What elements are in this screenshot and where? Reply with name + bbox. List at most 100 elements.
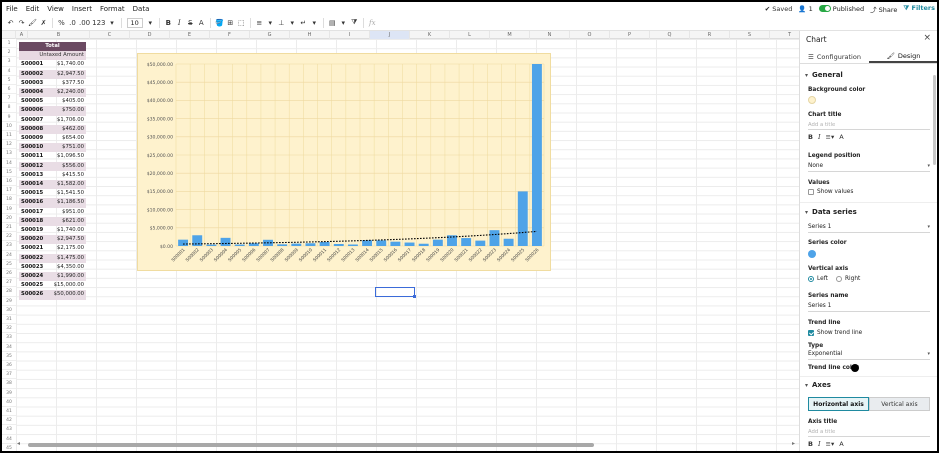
amount-cell[interactable]: $1,706.00 <box>43 116 86 125</box>
vaxis-right-radio[interactable] <box>836 276 842 282</box>
row-header[interactable]: 17 <box>2 186 16 196</box>
order-id-cell[interactable]: S00001 <box>19 60 43 69</box>
column-header-q[interactable]: Q <box>650 31 690 39</box>
selected-cell[interactable] <box>375 287 416 298</box>
amount-cell[interactable]: $951.00 <box>43 208 86 217</box>
wrap-text-icon[interactable]: ↵ <box>298 16 309 30</box>
row-header[interactable]: 6 <box>2 85 16 95</box>
column-header-d[interactable]: D <box>130 31 170 39</box>
undo-icon[interactable]: ↶ <box>5 16 16 30</box>
row-header[interactable]: 21 <box>2 223 16 233</box>
amount-cell[interactable]: $2,947.50 <box>43 235 86 245</box>
clear-format-icon[interactable]: ✗ <box>38 16 49 30</box>
column-header-m[interactable]: M <box>490 31 530 39</box>
row-header[interactable]: 5 <box>2 76 16 85</box>
order-id-cell[interactable]: S00020 <box>19 235 43 245</box>
align-icon[interactable]: ≡▾ <box>826 440 835 448</box>
column-header-i[interactable]: I <box>330 31 370 39</box>
row-header[interactable]: 24 <box>2 251 16 260</box>
row-header[interactable]: 2 <box>2 48 16 58</box>
redo-icon[interactable]: ↷ <box>16 16 27 30</box>
menu-data[interactable]: Data <box>129 5 154 13</box>
font-size-select[interactable]: 10 <box>126 17 143 28</box>
panel-scrollbar[interactable] <box>933 75 936 165</box>
column-header-c[interactable]: C <box>90 31 130 39</box>
scroll-right-icon[interactable]: ▸ <box>792 440 795 447</box>
chevron-down-icon[interactable]: ▾ <box>287 16 298 30</box>
text-color-icon[interactable]: A <box>839 133 843 141</box>
decrease-decimal-button[interactable]: .0 <box>67 16 78 30</box>
row-header[interactable]: 16 <box>2 177 16 187</box>
column-header-l[interactable]: L <box>450 31 490 39</box>
row-header[interactable]: 14 <box>2 159 16 168</box>
borders-icon[interactable]: ⊞ <box>225 16 236 30</box>
row-header[interactable]: 11 <box>2 131 16 141</box>
column-header-e[interactable]: E <box>170 31 210 39</box>
row-header[interactable]: 23 <box>2 241 16 251</box>
amount-cell[interactable]: $750.00 <box>43 106 86 116</box>
row-header[interactable]: 34 <box>2 343 16 352</box>
legend-select[interactable]: None ▾ <box>808 163 930 169</box>
amount-cell[interactable]: $405.00 <box>43 97 86 106</box>
bold-button[interactable]: B <box>163 16 174 30</box>
menu-edit[interactable]: Edit <box>22 5 44 13</box>
strikethrough-button[interactable]: S <box>185 16 196 30</box>
order-id-cell[interactable]: S00005 <box>19 97 43 106</box>
order-id-cell[interactable]: S00006 <box>19 106 43 116</box>
row-header[interactable]: 12 <box>2 140 16 150</box>
row-header[interactable]: 41 <box>2 407 16 417</box>
menu-view[interactable]: View <box>43 5 68 13</box>
row-header[interactable]: 4 <box>2 67 16 76</box>
order-id-cell[interactable]: S00004 <box>19 88 43 98</box>
share-button[interactable]: ⤴ Share <box>870 4 897 14</box>
horizontal-axis-button[interactable]: Horizontal axis <box>808 397 869 411</box>
italic-button[interactable]: I <box>818 440 821 448</box>
chevron-down-icon[interactable]: ▾ <box>145 16 156 30</box>
scrollbar-thumb[interactable] <box>28 443 594 447</box>
column-header-s[interactable]: S <box>730 31 770 39</box>
section-data-series[interactable]: ▾ Data series <box>805 208 857 216</box>
order-id-cell[interactable]: S00009 <box>19 134 43 143</box>
row-header[interactable]: 43 <box>2 425 16 435</box>
scroll-left-icon[interactable]: ◂ <box>17 440 20 447</box>
order-id-cell[interactable]: S00017 <box>19 208 43 217</box>
amount-cell[interactable]: $621.00 <box>43 216 86 226</box>
column-header-j[interactable]: J <box>370 31 410 39</box>
row-header[interactable]: 33 <box>2 333 16 343</box>
conditional-format-icon[interactable]: ▤ <box>327 16 338 30</box>
show-trend-checkbox[interactable] <box>808 330 814 336</box>
align-left-icon[interactable]: ≡ <box>254 16 265 30</box>
column-header-n[interactable]: N <box>530 31 570 39</box>
row-header[interactable]: 19 <box>2 205 16 214</box>
tab-configuration[interactable]: ☰ Configuration <box>800 50 869 63</box>
amount-cell[interactable]: $1,186.50 <box>43 198 86 208</box>
toggle-switch[interactable] <box>818 5 831 12</box>
order-id-cell[interactable]: S00011 <box>19 152 43 161</box>
amount-cell[interactable]: $2,175.00 <box>43 244 86 253</box>
chart-title-input[interactable]: Add a title <box>808 122 835 128</box>
row-header[interactable]: 13 <box>2 149 16 159</box>
column-header-o[interactable]: O <box>570 31 610 39</box>
row-header[interactable]: 29 <box>2 297 16 306</box>
chevron-down-icon[interactable]: ▾ <box>107 16 118 30</box>
axis-title-input[interactable]: Add a title <box>808 429 835 435</box>
published-toggle[interactable]: Published <box>818 5 864 13</box>
column-header-g[interactable]: G <box>250 31 290 39</box>
row-header[interactable]: 1 <box>2 39 16 49</box>
amount-cell[interactable]: $1,475.00 <box>43 253 86 263</box>
column-header-k[interactable]: K <box>410 31 450 39</box>
percent-button[interactable]: % <box>56 16 67 30</box>
chevron-down-icon[interactable]: ▾ <box>338 16 349 30</box>
amount-cell[interactable]: $1,990.00 <box>43 272 86 282</box>
row-header[interactable]: 45 <box>2 444 16 451</box>
row-header[interactable]: 35 <box>2 352 16 361</box>
align-icon[interactable]: ≡▾ <box>826 133 835 141</box>
row-header[interactable]: 39 <box>2 389 16 398</box>
row-header[interactable]: 32 <box>2 324 16 334</box>
paint-format-icon[interactable]: 🖌 <box>27 16 38 30</box>
amount-cell[interactable]: $4,350.00 <box>43 263 86 272</box>
row-header[interactable]: 25 <box>2 260 16 269</box>
number-format-button[interactable]: 123 <box>91 16 106 30</box>
order-id-cell[interactable]: S00026 <box>19 290 43 300</box>
order-id-cell[interactable]: S00024 <box>19 272 43 282</box>
